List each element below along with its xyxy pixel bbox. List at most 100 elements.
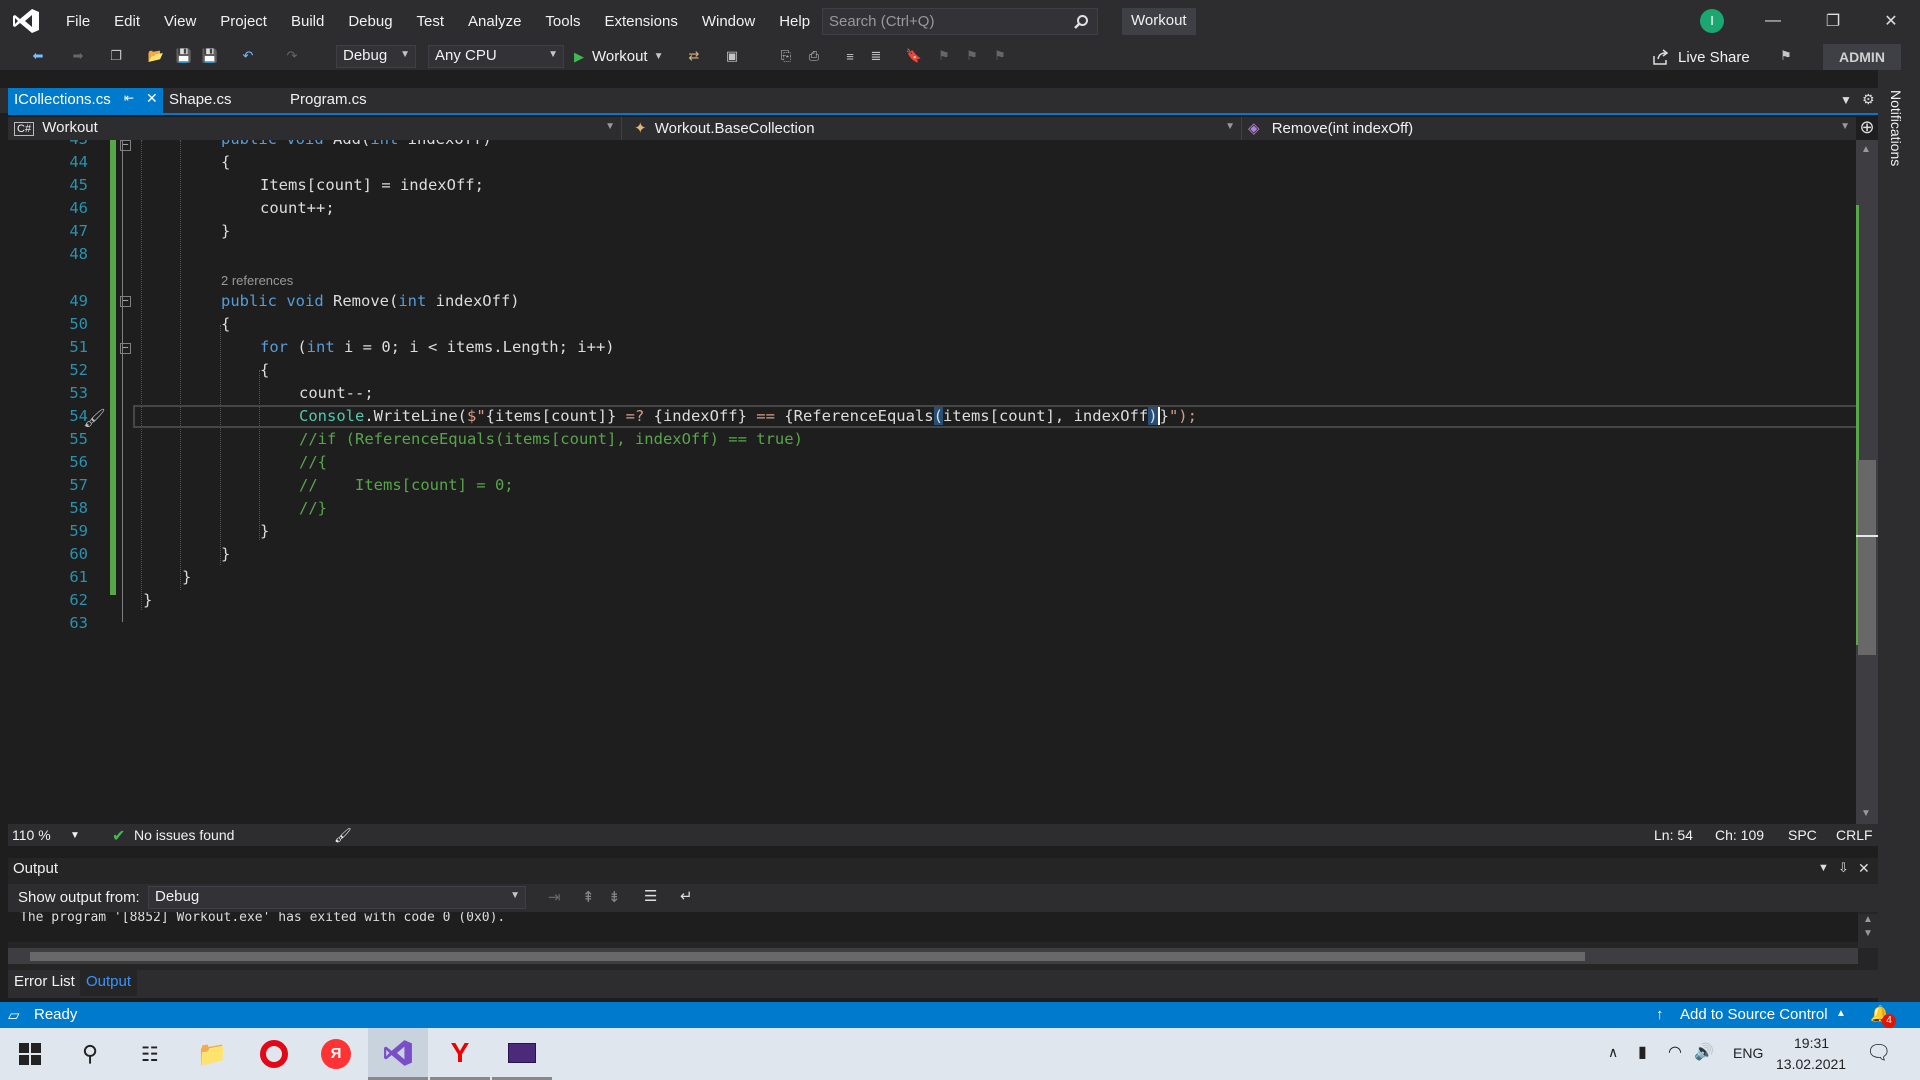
undo-icon[interactable]: ↶ <box>238 46 258 66</box>
navigate-forward-icon[interactable]: ➡ <box>68 46 88 66</box>
tab-error-list[interactable]: Error List <box>14 973 75 990</box>
window-layout-icon[interactable]: ▣ <box>722 46 742 66</box>
tab-output[interactable]: Output <box>80 970 138 996</box>
bookmark-icon[interactable]: 🔖 <box>904 46 924 66</box>
save-icon[interactable]: 💾 <box>174 46 194 66</box>
line-ending-indicator[interactable]: CRLF <box>1836 827 1873 843</box>
tab-shape[interactable]: Shape.cs <box>163 88 283 113</box>
visual-studio-taskbar-icon[interactable] <box>368 1028 428 1080</box>
pin-icon[interactable]: ⇩ <box>1838 860 1849 876</box>
input-language[interactable]: ENG <box>1733 1045 1763 1061</box>
pin-icon[interactable]: ⇤ <box>124 91 134 105</box>
next-bookmark-icon[interactable]: ⚑ <box>962 46 982 66</box>
codelens-references[interactable]: 2 references <box>221 273 293 288</box>
solution-configuration-select[interactable]: Debug ▼ <box>336 45 416 68</box>
clear-bookmarks-icon[interactable]: ⚑ <box>990 46 1010 66</box>
start-debugging-button[interactable]: ▶ Workout ▼ <box>574 45 663 68</box>
comment-lines-icon[interactable]: ≡ <box>840 46 860 66</box>
scrollbar-thumb[interactable] <box>1858 460 1876 655</box>
menu-edit[interactable]: Edit <box>102 13 152 30</box>
tab-program[interactable]: Program.cs <box>284 88 404 113</box>
solution-platform-select[interactable]: Any CPU ▼ <box>428 45 564 68</box>
notifications-tab[interactable]: Notifications <box>1888 90 1904 166</box>
line-indicator[interactable]: Ln: 54 <box>1654 827 1693 843</box>
uncomment-lines-icon[interactable]: ≣ <box>866 46 886 66</box>
code-cleanup-icon[interactable]: 🖌 <box>334 827 352 844</box>
tab-list-dropdown-icon[interactable]: ▼ <box>1840 93 1852 107</box>
new-project-icon[interactable]: ❐ <box>106 46 126 66</box>
menu-tools[interactable]: Tools <box>533 13 592 30</box>
menu-file[interactable]: File <box>54 13 102 30</box>
navigate-back-icon[interactable]: ⬅ <box>28 46 48 66</box>
volume-icon[interactable]: 🔊 <box>1694 1042 1714 1062</box>
clock-date[interactable]: 13.02.2021 <box>1776 1056 1846 1072</box>
redo-icon[interactable]: ↷ <box>282 46 302 66</box>
menu-build[interactable]: Build <box>279 13 336 30</box>
menu-analyze[interactable]: Analyze <box>456 13 533 30</box>
console-window-icon[interactable] <box>492 1028 552 1080</box>
scroll-down-icon[interactable]: ▼ <box>1863 928 1873 939</box>
output-horizontal-scrollbar[interactable] <box>8 948 1858 964</box>
scroll-up-icon[interactable]: ▲ <box>1861 144 1871 155</box>
close-icon[interactable]: ✕ <box>146 90 158 107</box>
file-explorer-icon[interactable]: 📁 <box>182 1028 242 1080</box>
scroll-down-icon[interactable]: ▼ <box>1861 808 1871 819</box>
project-dropdown[interactable]: C# Workout ▼ <box>8 117 622 140</box>
column-indicator[interactable]: Ch: 109 <box>1715 827 1764 843</box>
menu-view[interactable]: View <box>152 13 208 30</box>
account-avatar[interactable]: I <box>1700 9 1724 33</box>
find-message-icon[interactable]: ⇥ <box>548 888 561 906</box>
yandex-browser-icon[interactable]: Я <box>306 1028 366 1080</box>
close-window-button[interactable]: ✕ <box>1868 0 1914 42</box>
admin-badge[interactable]: ADMIN <box>1823 44 1901 70</box>
type-dropdown[interactable]: ✦ Workout.BaseCollection ▼ <box>628 117 1242 140</box>
gear-icon[interactable]: ⚙ <box>1862 91 1875 108</box>
feedback-icon[interactable]: ⚑ <box>1776 46 1796 66</box>
issues-status[interactable]: No issues found <box>134 827 234 843</box>
search-input[interactable]: Search (Ctrl+Q) <box>822 8 1098 35</box>
code-area[interactable]: public void Add(int indexOff) { Items[co… <box>133 140 1833 824</box>
menu-help[interactable]: Help <box>767 13 822 30</box>
menu-window[interactable]: Window <box>690 13 767 30</box>
chevron-up-icon[interactable]: ∧ <box>1608 1044 1618 1061</box>
menu-debug[interactable]: Debug <box>336 13 404 30</box>
step-over-icon[interactable]: ⎙ <box>804 46 824 66</box>
live-share-button[interactable]: Live Share <box>1652 46 1750 68</box>
output-vertical-scrollbar[interactable]: ▲ ▼ <box>1858 914 1878 948</box>
battery-icon[interactable]: ▮ <box>1638 1042 1647 1062</box>
action-center-icon[interactable]: 🗨 <box>1866 1040 1891 1065</box>
previous-bookmark-icon[interactable]: ⚑ <box>934 46 954 66</box>
step-into-icon[interactable]: ⎘ <box>776 46 796 66</box>
yandex-app-icon[interactable]: Y <box>430 1028 490 1080</box>
next-message-icon[interactable]: ⇟ <box>608 888 621 906</box>
member-dropdown[interactable]: ◈ Remove(int indexOff) ▼ <box>1242 117 1856 140</box>
minimize-button[interactable]: ― <box>1750 0 1796 42</box>
scrollbar-thumb[interactable] <box>30 952 1585 961</box>
word-wrap-icon[interactable]: ↵ <box>680 887 693 905</box>
close-icon[interactable]: ✕ <box>1858 860 1870 877</box>
quick-actions-brush-icon[interactable]: 🖌 <box>83 408 106 429</box>
windows-start-icon[interactable] <box>0 1028 60 1080</box>
open-file-icon[interactable]: 📂 <box>146 46 166 66</box>
code-editor[interactable]: 43 44 45 46 47 48 49 50 51 52 53 54 55 5… <box>8 140 1856 824</box>
output-source-select[interactable]: Debug ▼ <box>148 886 526 909</box>
browser-link-icon[interactable]: ⇄ <box>684 46 704 66</box>
add-to-source-control-button[interactable]: Add to Source Control <box>1680 1006 1828 1023</box>
output-text[interactable]: The program '[8852] Workout.exe' has exi… <box>8 912 1858 942</box>
zoom-select[interactable]: 110 % <box>12 827 51 843</box>
menu-project[interactable]: Project <box>208 13 279 30</box>
previous-message-icon[interactable]: ⇞ <box>582 888 595 906</box>
visual-studio-logo-icon[interactable] <box>12 8 40 34</box>
clock-time[interactable]: 19:31 <box>1794 1035 1829 1051</box>
menu-extensions[interactable]: Extensions <box>592 13 689 30</box>
split-editor-icon[interactable]: ⊕ <box>1856 117 1878 140</box>
menu-test[interactable]: Test <box>405 13 457 30</box>
save-all-icon[interactable]: 💾 <box>200 46 220 66</box>
panel-dropdown-icon[interactable]: ▼ <box>1818 862 1829 874</box>
search-icon[interactable]: ⚲ <box>60 1028 120 1080</box>
wifi-icon[interactable]: ◠ <box>1668 1042 1682 1062</box>
task-view-icon[interactable]: ☷ <box>120 1028 180 1080</box>
tabs-spaces-indicator[interactable]: SPC <box>1788 827 1817 843</box>
scroll-up-icon[interactable]: ▲ <box>1863 914 1873 925</box>
editor-vertical-scrollbar[interactable]: ▲ ▼ <box>1856 140 1878 824</box>
